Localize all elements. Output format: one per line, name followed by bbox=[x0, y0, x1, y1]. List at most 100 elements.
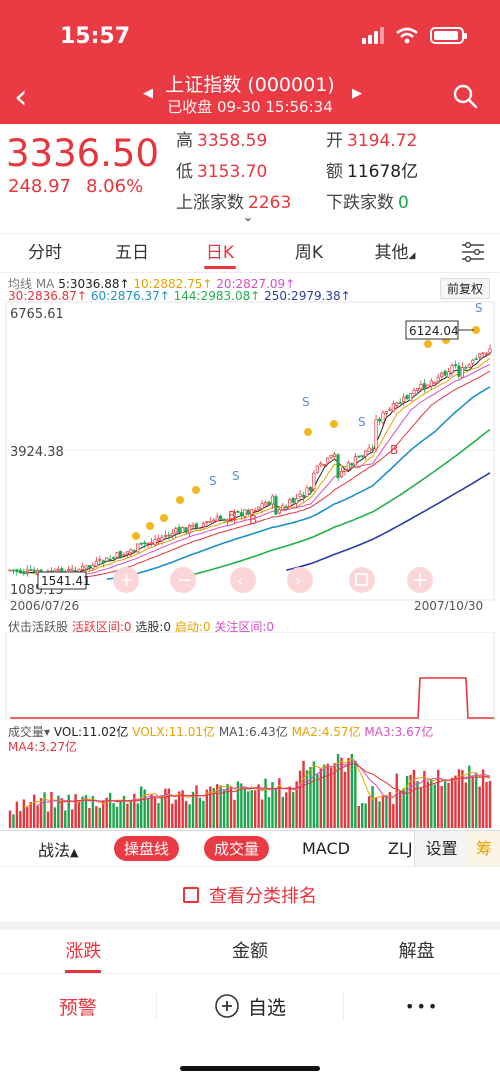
indicator-macd[interactable]: MACD bbox=[302, 839, 350, 858]
candle-body bbox=[170, 533, 174, 537]
svg-text:‹: ‹ bbox=[237, 571, 243, 590]
zoom-out-button[interactable]: − bbox=[170, 567, 196, 593]
candle-body bbox=[326, 457, 330, 464]
volume-bar bbox=[367, 796, 371, 828]
tab-rise-fall[interactable]: 涨跌 bbox=[0, 930, 167, 973]
candle-body bbox=[118, 550, 123, 558]
volume-bar bbox=[309, 767, 312, 828]
indicator-zlj[interactable]: ZLJ bbox=[388, 839, 413, 858]
candle-body bbox=[108, 558, 112, 561]
volume-bar bbox=[188, 804, 191, 828]
volume-bar bbox=[450, 777, 454, 828]
add-watchlist-button[interactable]: 自选 bbox=[157, 992, 345, 1020]
volume-bar bbox=[184, 800, 188, 828]
volume-bar bbox=[316, 774, 319, 828]
volume-bar bbox=[302, 760, 305, 828]
candle-body bbox=[94, 560, 98, 567]
candle-body bbox=[395, 402, 399, 406]
tab-intraday[interactable]: 分时 bbox=[0, 233, 90, 273]
category-rank-link[interactable]: 查看分类排名 bbox=[0, 866, 500, 922]
tab-amount[interactable]: 金额 bbox=[167, 930, 334, 973]
ma-line bbox=[286, 472, 491, 571]
zoom-in-button[interactable]: + bbox=[113, 567, 139, 593]
add-circle-icon bbox=[215, 994, 239, 1018]
status-time: 15:57 bbox=[60, 24, 131, 49]
indicator-toolbar: 战法▲ 操盘线 成交量 MACD ZLJ 设置 筹 bbox=[0, 830, 500, 867]
candle-body bbox=[67, 569, 71, 571]
chart-settings-icon[interactable] bbox=[460, 240, 486, 264]
k-line-chart[interactable]: S SSSSB BB 6765.61 3924.38 1085.15 2006/07… bbox=[0, 300, 500, 610]
volume-bar bbox=[298, 770, 302, 828]
candle-body bbox=[315, 465, 319, 473]
reset-view-button[interactable] bbox=[349, 567, 375, 593]
volume-bar bbox=[46, 811, 50, 828]
next-stock-arrow-icon[interactable]: ▶ bbox=[352, 86, 362, 101]
volume-bar bbox=[98, 807, 101, 828]
chevron-down-icon[interactable]: ⌄ bbox=[243, 210, 253, 224]
candle-body bbox=[167, 534, 171, 537]
candle-body bbox=[419, 383, 423, 390]
candle-body bbox=[371, 448, 375, 451]
ma-line bbox=[106, 386, 491, 580]
list-icon bbox=[183, 886, 199, 903]
candle-body bbox=[305, 487, 309, 497]
more-button[interactable]: ••• bbox=[344, 997, 500, 1016]
candle-body bbox=[288, 499, 292, 507]
search-icon[interactable] bbox=[452, 83, 478, 109]
tab-daily-k[interactable]: 日K bbox=[174, 233, 266, 273]
candle-body bbox=[433, 382, 437, 384]
alert-button[interactable]: 预警 bbox=[0, 992, 157, 1020]
volume-bar bbox=[157, 803, 160, 828]
candle-body bbox=[194, 523, 199, 529]
volume-bar bbox=[247, 791, 250, 828]
candle-body bbox=[398, 402, 402, 404]
tab-analysis[interactable]: 解盘 bbox=[333, 930, 500, 973]
volume-bar bbox=[240, 783, 243, 828]
volume-bar bbox=[178, 791, 181, 828]
volume-bar bbox=[119, 800, 122, 828]
volume-bar bbox=[285, 792, 288, 828]
tab-five-day[interactable]: 五日 bbox=[90, 233, 174, 273]
indicator-pill-operate-line[interactable]: 操盘线 bbox=[114, 836, 180, 861]
scroll-right-button[interactable]: › bbox=[287, 567, 313, 593]
candle-body bbox=[422, 383, 426, 390]
strategy-menu[interactable]: 战法▲ bbox=[38, 837, 78, 861]
candle-body bbox=[236, 511, 240, 513]
volume-bar bbox=[253, 790, 257, 828]
volume-bar bbox=[274, 789, 278, 828]
tab-other[interactable]: 其他◢ bbox=[352, 233, 438, 273]
sell-signal: S bbox=[302, 395, 310, 409]
down-count-cell: 下跌家数 0 bbox=[326, 188, 409, 213]
candle-body bbox=[198, 527, 202, 530]
high-cell: 高 3358.59 bbox=[176, 126, 267, 151]
indicator-settings-button[interactable]: 设置 bbox=[414, 831, 468, 867]
candle-body bbox=[488, 348, 492, 353]
action-bar: 预警 自选 ••• bbox=[0, 976, 500, 1036]
add-watchlist-label: 自选 bbox=[247, 996, 286, 1019]
signal-dot bbox=[304, 428, 312, 436]
indicator-pill-volume[interactable]: 成交量 bbox=[204, 836, 270, 861]
candle-body bbox=[177, 526, 181, 533]
candle-body bbox=[478, 353, 482, 358]
chip-distribution-button[interactable]: 筹 bbox=[468, 831, 500, 867]
volume-bar bbox=[357, 805, 360, 828]
candle-body bbox=[440, 372, 444, 378]
candle-body bbox=[105, 557, 109, 562]
volume-bar bbox=[191, 791, 195, 828]
candles bbox=[8, 344, 492, 580]
adjust-mode-button[interactable]: 前复权 bbox=[439, 278, 490, 299]
y-max-label: 6765.61 bbox=[10, 307, 64, 322]
candle-body bbox=[150, 542, 154, 545]
fullscreen-button[interactable] bbox=[407, 567, 433, 593]
volume-bar bbox=[264, 778, 267, 828]
tab-weekly-k[interactable]: 周K bbox=[266, 233, 352, 273]
volume-bar bbox=[64, 810, 67, 828]
quote-panel: 3336.50 248.97 8.06% 高 3358.59 开 3194.72 低… bbox=[0, 124, 500, 229]
volume-bar bbox=[468, 765, 471, 828]
candle-body bbox=[215, 516, 219, 522]
scroll-left-button[interactable]: ‹ bbox=[230, 567, 256, 593]
up-count-label: 上涨家数 bbox=[176, 193, 244, 213]
volume-bar bbox=[430, 779, 433, 828]
volume-bar bbox=[412, 769, 416, 828]
price-change-pct: 8.06% bbox=[86, 176, 144, 197]
